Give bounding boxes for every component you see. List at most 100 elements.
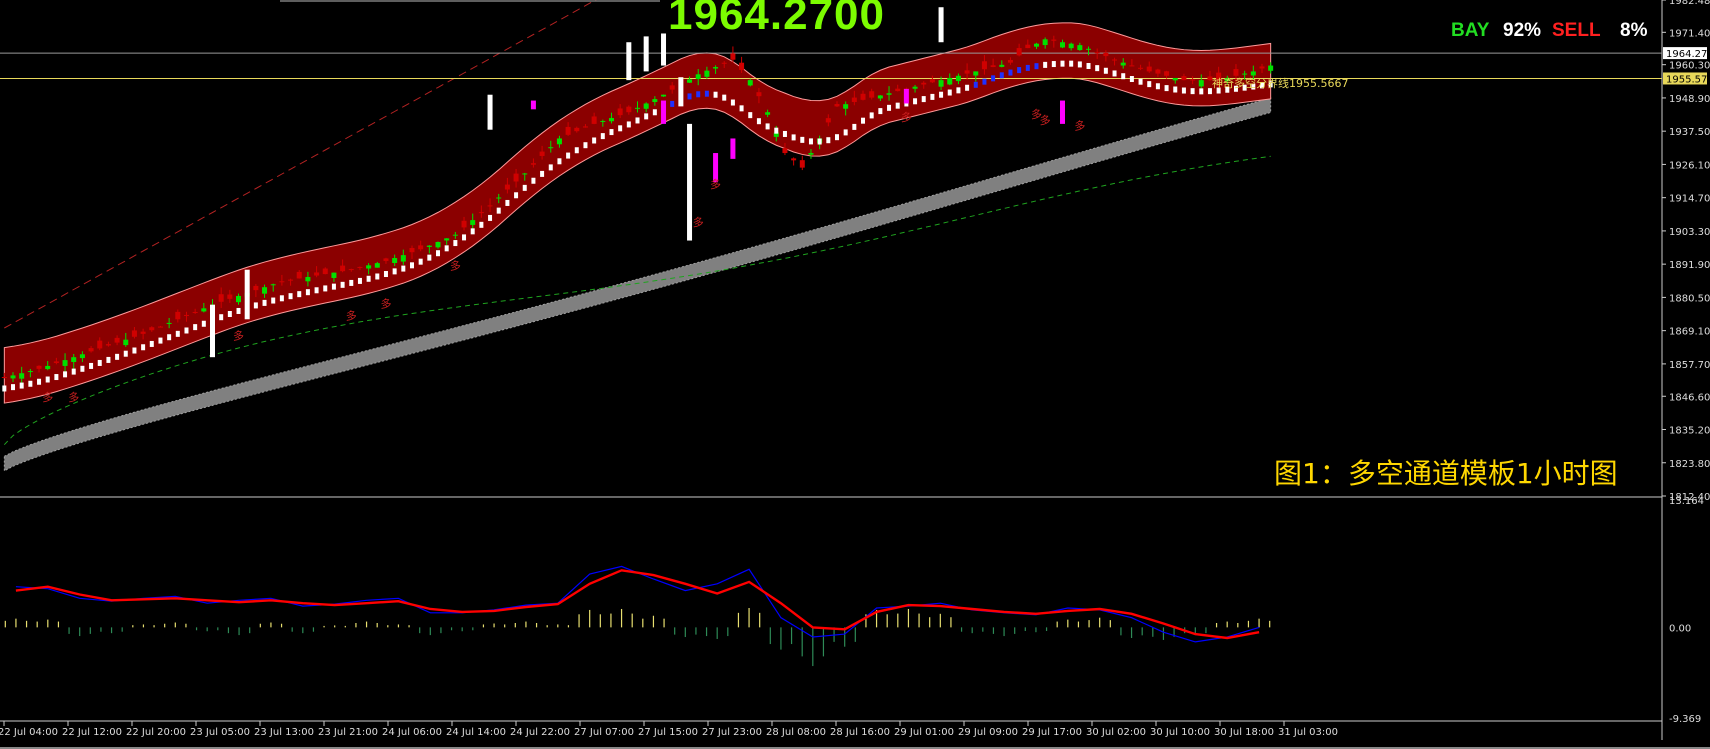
step-marker xyxy=(97,359,102,366)
candle-body xyxy=(981,61,987,70)
step-marker xyxy=(1147,81,1152,88)
sell-label: SELL xyxy=(1552,20,1601,41)
candle-body xyxy=(296,271,302,279)
bull-signal-label: 多 xyxy=(693,215,704,229)
candle-body xyxy=(1094,52,1100,54)
candle-body xyxy=(1120,62,1126,66)
candle-body xyxy=(548,147,554,149)
step-marker xyxy=(947,89,952,96)
step-marker xyxy=(331,283,336,290)
candle-body xyxy=(288,279,294,281)
candle-body xyxy=(1268,65,1274,71)
step-marker xyxy=(644,113,649,120)
step-marker xyxy=(175,330,180,337)
candle-body xyxy=(366,265,372,269)
candle-body xyxy=(461,220,467,228)
step-marker xyxy=(843,129,848,136)
candle-body xyxy=(565,126,571,135)
x-tick-label: 31 Jul 03:00 xyxy=(1278,727,1338,738)
step-marker xyxy=(913,98,918,105)
step-marker xyxy=(834,134,839,141)
step-marker xyxy=(488,214,493,221)
candle-body xyxy=(36,365,42,369)
candle-body xyxy=(418,245,424,250)
candle-body xyxy=(947,77,953,85)
candle-body xyxy=(218,294,224,302)
x-tick-label: 30 Jul 10:00 xyxy=(1150,727,1210,738)
step-marker xyxy=(1199,88,1204,95)
candle-body xyxy=(19,373,25,379)
step-marker xyxy=(782,130,787,137)
step-marker xyxy=(991,75,996,82)
step-marker xyxy=(748,112,753,119)
macd-slow-line xyxy=(15,569,1260,640)
x-tick-label: 22 Jul 20:00 xyxy=(126,727,186,738)
step-marker xyxy=(618,125,623,132)
candle-body xyxy=(348,269,354,271)
candle-body xyxy=(53,361,59,364)
step-marker xyxy=(253,302,258,309)
step-marker xyxy=(462,234,467,241)
candle-body xyxy=(392,258,398,264)
candle-body xyxy=(1,377,7,379)
candle-body xyxy=(973,71,979,76)
candle-body xyxy=(175,311,181,320)
step-marker xyxy=(149,340,154,347)
candle-body xyxy=(843,104,849,109)
step-marker xyxy=(566,152,571,159)
spike-bar xyxy=(210,304,215,358)
step-marker xyxy=(297,291,302,298)
step-marker xyxy=(314,287,319,294)
step-marker xyxy=(1034,63,1039,70)
candle-body xyxy=(10,375,16,379)
candle-body xyxy=(105,344,111,346)
x-tick-label: 22 Jul 12:00 xyxy=(62,727,122,738)
step-marker xyxy=(522,184,527,191)
osc-y-tick-label: -9.369 xyxy=(1669,714,1701,725)
step-marker xyxy=(574,147,579,154)
candle-body xyxy=(1060,42,1065,48)
candle-body xyxy=(183,314,189,316)
candle-body xyxy=(1016,48,1022,56)
candle-body xyxy=(704,70,710,77)
x-tick-label: 30 Jul 02:00 xyxy=(1086,727,1146,738)
step-marker xyxy=(999,72,1004,79)
step-marker xyxy=(869,112,874,119)
spike-bar xyxy=(244,269,250,320)
step-marker xyxy=(184,327,189,334)
candle-body xyxy=(851,97,857,103)
y-tick-label: 1937.50 xyxy=(1669,127,1710,138)
step-marker xyxy=(609,129,614,136)
candle-body xyxy=(27,371,33,373)
step-marker xyxy=(366,275,371,282)
boundary-price-tag-label: 1955.57 xyxy=(1666,74,1707,85)
step-marker xyxy=(1190,88,1195,95)
bull-signal-label: 多 xyxy=(42,390,53,404)
step-marker xyxy=(1043,61,1048,68)
candle-body xyxy=(1033,43,1039,47)
step-marker xyxy=(106,356,111,363)
step-marker xyxy=(687,93,692,100)
step-marker xyxy=(739,105,744,112)
bull-bear-channel xyxy=(3,22,1272,404)
step-marker xyxy=(1181,87,1186,94)
step-marker xyxy=(852,123,857,130)
candlestick-chart: 多多多多多多多多多多多多1982.481971.401960.301948.90… xyxy=(0,0,1710,749)
step-marker xyxy=(123,350,128,357)
candle-body xyxy=(1181,76,1187,81)
candle-body xyxy=(140,331,146,334)
candle-body xyxy=(921,82,927,85)
x-tick-label: 28 Jul 08:00 xyxy=(766,727,826,738)
candle-body xyxy=(895,88,901,92)
step-marker xyxy=(357,277,362,284)
candle-body xyxy=(79,354,85,359)
step-marker xyxy=(921,96,926,103)
spike-bar xyxy=(938,7,944,43)
y-tick-label: 1914.70 xyxy=(1669,194,1710,205)
x-tick-label: 30 Jul 18:00 xyxy=(1214,727,1274,738)
step-marker xyxy=(349,279,354,286)
x-tick-label: 23 Jul 21:00 xyxy=(318,727,378,738)
bull-signal-label: 多 xyxy=(1074,119,1085,133)
candle-body xyxy=(1164,71,1170,76)
candle-body xyxy=(236,295,242,303)
